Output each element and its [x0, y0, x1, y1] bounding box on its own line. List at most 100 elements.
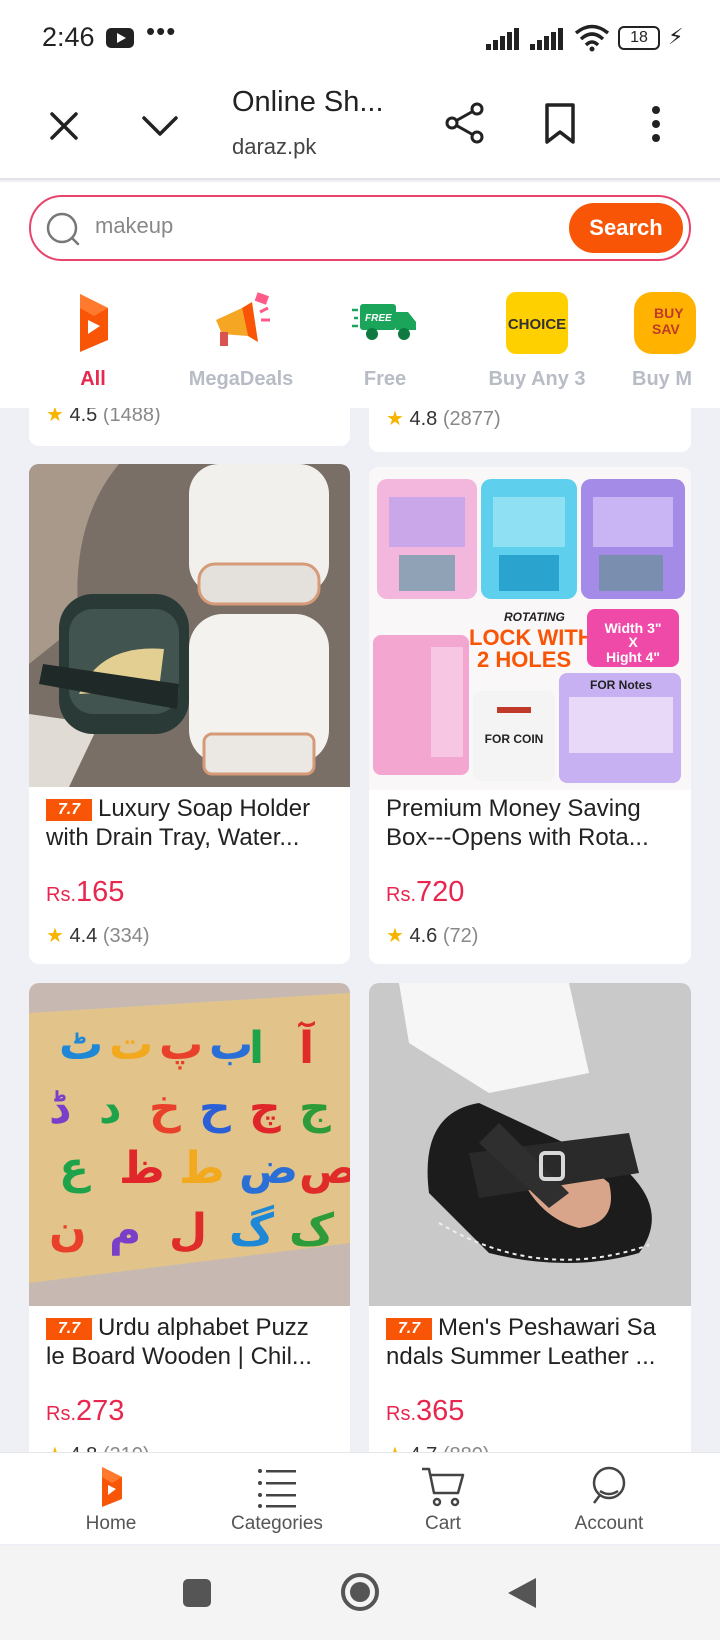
svg-text:BUY: BUY	[654, 305, 684, 321]
bottom-navigation: Home Categories Cart Account	[0, 1452, 720, 1544]
chevron-down-icon[interactable]	[138, 106, 182, 146]
search-bar[interactable]: makeup Search	[29, 195, 691, 261]
page-domain: daraz.pk	[232, 134, 317, 159]
product-card[interactable]: ROTATING LOCK WITH 2 HOLES Width 3" X Hi…	[369, 467, 691, 964]
bookmark-icon[interactable]	[542, 102, 578, 146]
svg-text:د: د	[99, 1083, 122, 1134]
account-icon	[586, 1463, 632, 1509]
sale-badge: 7.7	[46, 1318, 92, 1340]
price-value: 273	[76, 1395, 125, 1427]
system-navigation-bar	[0, 1546, 720, 1640]
status-bar: 2:46 ••• 18 ⚡	[0, 0, 720, 76]
price-value: 165	[76, 876, 125, 908]
more-options-icon[interactable]	[644, 102, 668, 146]
product-image[interactable]	[29, 464, 350, 787]
svg-text:ح: ح	[199, 1083, 231, 1134]
rating-score: 4.6	[409, 925, 438, 947]
category-buy-more[interactable]: BUY SAV Buy M	[606, 290, 720, 391]
svg-text:SAV: SAV	[652, 321, 680, 337]
product-price: Rs.273	[46, 1395, 124, 1428]
svg-text:ع: ع	[59, 1143, 91, 1194]
nav-categories[interactable]: Categories	[212, 1463, 342, 1535]
image-caption: ROTATING	[504, 610, 565, 624]
svg-text:خ: خ	[149, 1083, 181, 1134]
currency: Rs.	[46, 1403, 76, 1425]
svg-text:ن: ن	[49, 1205, 87, 1256]
product-name[interactable]: Premium Money Saving Box---Opens with Ro…	[386, 794, 671, 852]
nav-label: Cart	[425, 1513, 461, 1534]
svg-text:ط: ط	[179, 1143, 225, 1194]
home-button-icon[interactable]	[340, 1572, 380, 1612]
category-megadeals[interactable]: MegaDeals	[166, 290, 316, 391]
currency: Rs.	[386, 1403, 416, 1425]
star-icon: ★	[386, 925, 404, 947]
share-icon[interactable]	[442, 100, 488, 146]
svg-text:ل: ل	[169, 1205, 207, 1256]
home-icon	[88, 1463, 134, 1509]
star-icon: ★	[386, 408, 404, 430]
svg-text:پ: پ	[159, 1019, 203, 1070]
search-icon	[46, 212, 80, 246]
product-price: Rs.365	[386, 1395, 464, 1428]
svg-text:چ: چ	[249, 1083, 281, 1134]
product-card[interactable]: آ ا ب پ ت ٹ ج چ ح خ د ڈ ص ض ط ظ ع ک گ ل	[29, 983, 350, 1483]
categories-icon	[254, 1463, 300, 1509]
image-caption: FOR Notes	[590, 678, 652, 692]
product-rating: ★ 4.6 (72)	[386, 923, 478, 948]
category-label: All	[80, 368, 106, 390]
svg-text:ت: ت	[109, 1019, 153, 1070]
recent-apps-icon[interactable]	[182, 1578, 212, 1608]
category-free[interactable]: FREE Free	[310, 290, 460, 391]
nav-account[interactable]: Account	[544, 1463, 674, 1535]
search-header: makeup Search All MegaDeals FREE Free CH…	[0, 182, 720, 408]
svg-text:ظ: ظ	[119, 1143, 165, 1194]
product-image[interactable]	[369, 983, 691, 1306]
svg-text:ض: ض	[239, 1143, 298, 1194]
product-name[interactable]: 7.7 Urdu alphabet Puzz le Board Wooden | …	[46, 1313, 331, 1371]
browser-toolbar: Online Sh... daraz.pk	[0, 76, 720, 180]
category-all[interactable]: All	[18, 290, 168, 391]
nav-label: Categories	[231, 1513, 323, 1534]
category-label: Buy M	[632, 368, 692, 390]
rating-count: (72)	[442, 925, 479, 947]
rating-score: 4.8	[409, 408, 438, 430]
nav-cart[interactable]: Cart	[378, 1463, 508, 1535]
sale-badge: 7.7	[46, 799, 92, 821]
sale-badge: 7.7	[386, 1318, 432, 1340]
category-label: Buy Any 3	[488, 368, 586, 390]
svg-text:ص: ص	[299, 1143, 350, 1194]
category-buy-any-3[interactable]: CHOICE Buy Any 3	[462, 290, 612, 391]
rating-count: (334)	[102, 925, 150, 947]
category-label: Free	[363, 368, 407, 390]
nav-home[interactable]: Home	[46, 1463, 176, 1535]
signal-icon-2	[530, 28, 564, 50]
svg-text:ج: ج	[299, 1083, 331, 1134]
more-notifications-icon: •••	[146, 16, 177, 46]
svg-text:Hight 4": Hight 4"	[606, 649, 660, 665]
image-caption: 2 HOLES	[477, 647, 571, 672]
svg-text:FREE: FREE	[365, 313, 392, 324]
product-name[interactable]: 7.7 Men's Peshawari Sa ndals Summer Leath…	[386, 1313, 671, 1371]
product-image[interactable]: ROTATING LOCK WITH 2 HOLES Width 3" X Hi…	[369, 467, 691, 790]
currency: Rs.	[386, 884, 416, 906]
product-title: Premium Money Saving Box---Opens with Ro…	[386, 795, 649, 851]
rating-score: 4.4	[69, 925, 98, 947]
close-icon[interactable]	[44, 106, 84, 146]
cart-icon	[420, 1463, 466, 1509]
product-card[interactable]: 7.7 Men's Peshawari Sa ndals Summer Leath…	[369, 983, 691, 1483]
search-input[interactable]: makeup	[95, 213, 173, 239]
free-delivery-truck-icon: FREE	[352, 290, 418, 356]
page-title: Online Sh...	[232, 86, 384, 118]
price-value: 365	[416, 1395, 465, 1427]
nav-label: Account	[574, 1513, 644, 1534]
product-name[interactable]: 7.7 Luxury Soap Holder with Drain Tray, W…	[46, 794, 331, 852]
svg-text:ڈ: ڈ	[49, 1083, 71, 1134]
image-caption: FOR COIN	[485, 732, 544, 746]
buy-save-icon: BUY SAV	[632, 290, 698, 356]
product-image[interactable]: آ ا ب پ ت ٹ ج چ ح خ د ڈ ص ض ط ظ ع ک گ ل	[29, 983, 350, 1306]
product-card[interactable]: 7.7 Luxury Soap Holder with Drain Tray, W…	[29, 464, 350, 964]
search-button[interactable]: Search	[569, 203, 683, 253]
back-icon[interactable]	[506, 1576, 538, 1610]
battery-icon: 18	[618, 26, 660, 50]
status-time: 2:46	[42, 22, 95, 52]
